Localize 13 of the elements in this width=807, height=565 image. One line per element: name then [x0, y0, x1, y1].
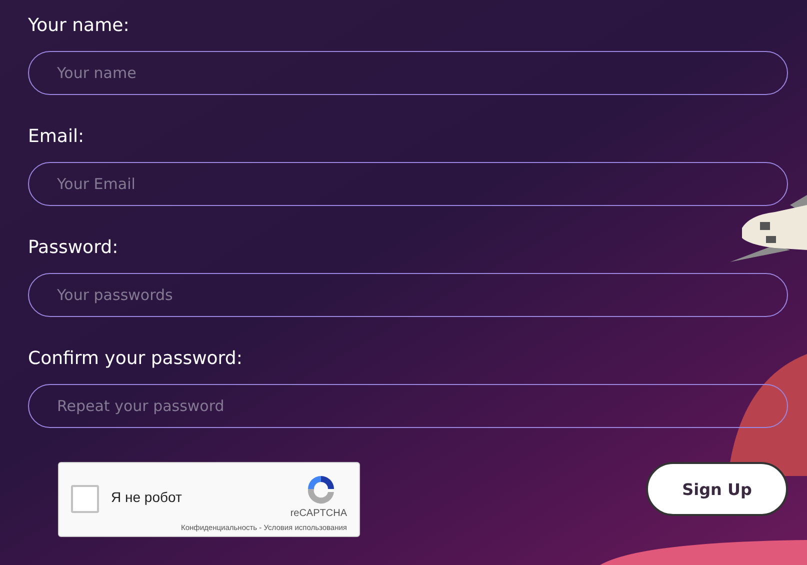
captcha-label: Я не робот: [111, 489, 182, 505]
sign-up-button[interactable]: Sign Up: [646, 462, 788, 516]
field-label: Email:: [28, 125, 86, 149]
field-label: Confirm your password:: [28, 347, 244, 371]
recaptcha-logo-icon: [305, 473, 337, 505]
input-field[interactable]: Your passwords: [28, 273, 788, 317]
input-field[interactable]: Repeat your password: [28, 384, 788, 428]
captcha-brand: reCAPTCHA: [290, 508, 347, 519]
captcha-checkbox[interactable]: [71, 485, 99, 513]
field-label: Your name:: [28, 14, 130, 38]
input-field[interactable]: Your name: [28, 51, 788, 95]
input-field[interactable]: Your Email: [28, 162, 788, 206]
field-label: Password:: [28, 236, 120, 260]
